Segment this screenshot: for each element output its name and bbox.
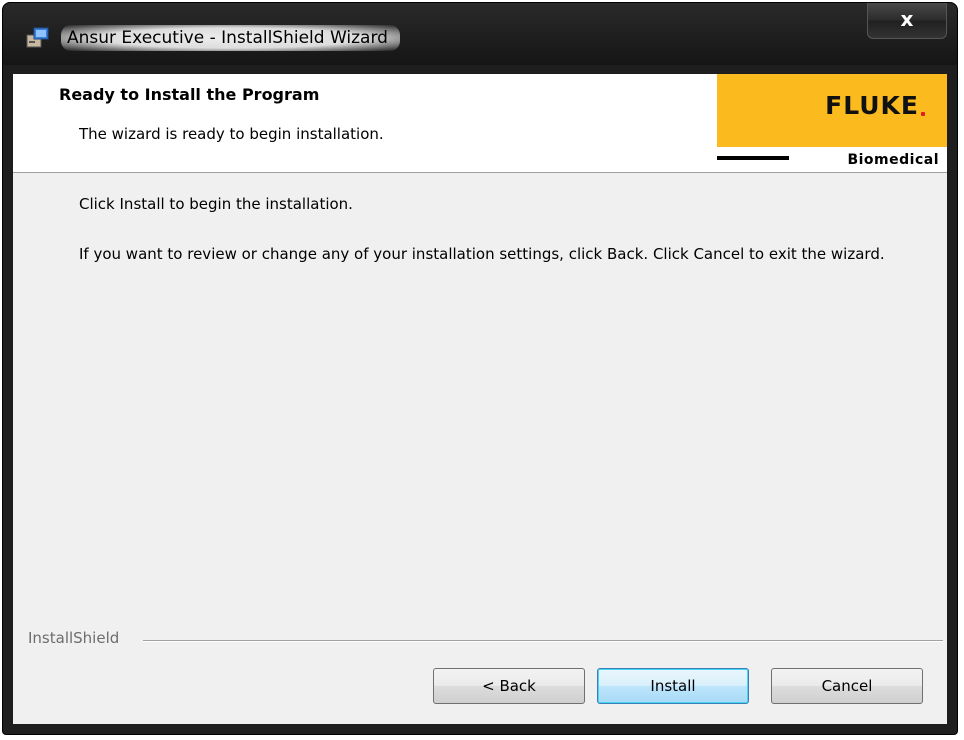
cancel-button[interactable]: Cancel xyxy=(771,668,923,704)
close-icon: x xyxy=(900,7,914,31)
close-button[interactable]: x xyxy=(867,3,947,39)
logo-brand: FLUKE xyxy=(825,91,919,120)
install-button[interactable]: Install xyxy=(597,668,749,704)
installer-icon xyxy=(26,27,49,48)
back-button[interactable]: < Back xyxy=(433,668,585,704)
window-title: Ansur Executive - InstallShield Wizard xyxy=(61,25,400,51)
installer-window: Ansur Executive - InstallShield Wizard x… xyxy=(2,2,958,735)
logo-bar xyxy=(717,156,789,160)
page-title: Ready to Install the Program xyxy=(59,85,320,104)
logo-banner: FLUKE xyxy=(717,74,947,147)
review-text: If you want to review or change any of y… xyxy=(79,245,885,263)
logo-tagline: Biomedical xyxy=(847,152,939,168)
wizard-header: Ready to Install the Program The wizard … xyxy=(13,74,947,173)
page-subtitle: The wizard is ready to begin installatio… xyxy=(79,125,384,143)
installshield-label: InstallShield xyxy=(28,629,120,647)
title-bar[interactable]: Ansur Executive - InstallShield Wizard x xyxy=(3,3,957,65)
fluke-biomedical-logo: FLUKE Biomedical xyxy=(717,74,947,172)
logo-dot xyxy=(921,112,925,116)
instruction-text: Click Install to begin the installation. xyxy=(79,195,353,213)
wizard-client-area: Ready to Install the Program The wizard … xyxy=(13,74,947,724)
footer-divider xyxy=(143,640,943,642)
